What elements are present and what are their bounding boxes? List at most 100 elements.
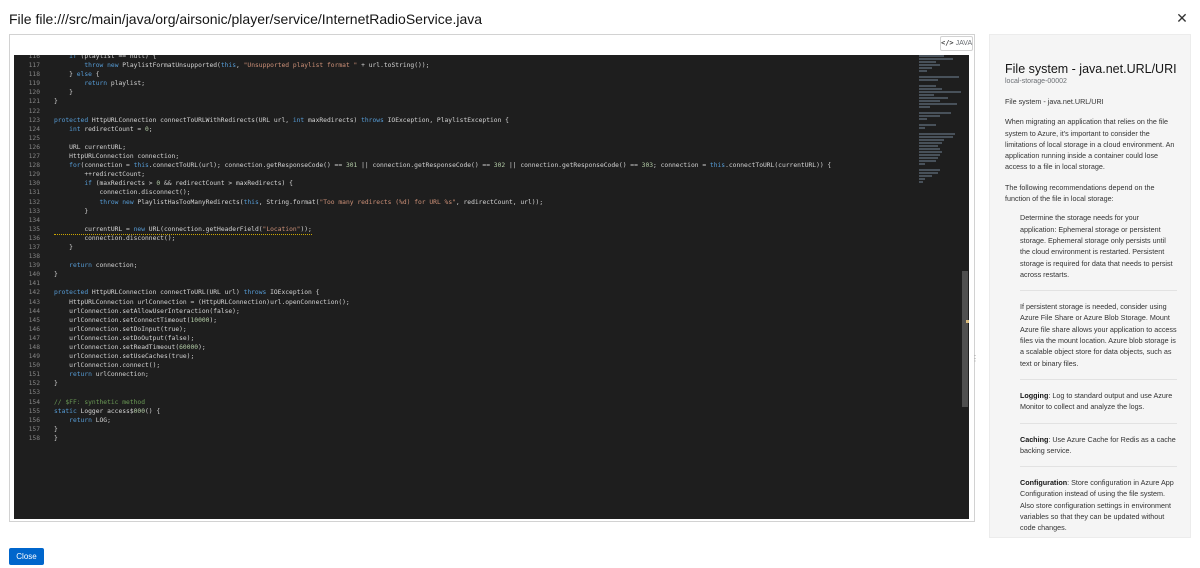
- minimap-line: [919, 115, 940, 117]
- minimap-line: [919, 88, 943, 90]
- line-number: 138: [28, 253, 40, 261]
- minimap-line: [919, 67, 932, 69]
- code-line: 135 currentURL = new URL(connection.getH…: [14, 225, 914, 235]
- code-line: 123 protected HttpURLConnection connectTo…: [14, 116, 914, 125]
- code-line: 143 HttpURLConnection urlConnection = (H…: [14, 298, 914, 307]
- line-number: 119: [28, 80, 40, 88]
- line-number: 123: [28, 116, 40, 124]
- line-number: 134: [28, 216, 40, 224]
- minimap-line: [919, 94, 934, 96]
- code-text: connection.disconnect();: [54, 234, 176, 242]
- code-line: 142 protected HttpURLConnection connectTo…: [14, 288, 914, 297]
- minimap-line: [919, 169, 940, 171]
- line-number: 130: [28, 180, 40, 188]
- code-text: urlConnection.setUseCaches(true);: [54, 353, 195, 361]
- line-number: 129: [28, 171, 40, 179]
- minimap-line: [919, 142, 943, 144]
- close-icon[interactable]: ✕: [1174, 10, 1190, 26]
- code-line: 121}: [14, 97, 914, 106]
- line-number: 151: [28, 371, 40, 379]
- code-line: 151 return urlConnection;: [14, 370, 914, 379]
- divider: [1020, 422, 1177, 424]
- code-text: for(connection = this.connectToURL(url);…: [69, 162, 832, 170]
- list-item: Caching: Use Azure Cache for Redis as a …: [1020, 434, 1176, 455]
- code-text: }: [54, 271, 58, 279]
- minimap-line: [919, 112, 951, 114]
- code-text: ++redirectCount;: [54, 171, 145, 179]
- code-text: // $FF: synthetic method: [54, 398, 145, 406]
- code-line: 117 throw new PlaylistFormatUnsupported(…: [14, 61, 914, 70]
- file-modal: File file:///src/main/java/org/airsonic/…: [0, 0, 1200, 568]
- code-line: 134: [14, 216, 914, 225]
- code-line: 149 urlConnection.setUseCaches(true);: [14, 352, 914, 361]
- code-text: protected HttpURLConnection connectToURL…: [54, 289, 320, 297]
- minimap-line: [919, 91, 961, 93]
- minimap-line: [919, 157, 938, 159]
- minimap-line: [919, 97, 949, 99]
- code-viewer[interactable]: 116 if (playlist == null) {117 throw new…: [14, 55, 969, 519]
- line-number: 127: [28, 153, 40, 161]
- modal-header: File file:///src/main/java/org/airsonic/…: [0, 0, 1200, 36]
- code-line: 120 }: [14, 88, 914, 97]
- divider: [1020, 378, 1177, 380]
- line-number: 121: [28, 98, 40, 106]
- code-text: URL currentURL;: [54, 143, 127, 151]
- line-number: 143: [28, 298, 40, 306]
- code-text: if (maxRedirects > 0 && redirectCount > …: [84, 180, 293, 188]
- code-text: }: [54, 207, 89, 215]
- line-number: 117: [28, 62, 40, 70]
- minimap-line: [919, 103, 957, 105]
- code-text: urlConnection.connect();: [54, 362, 161, 370]
- code-text: }: [54, 98, 58, 106]
- rule-details-panel: File system - java.net.URL/URI local-sto…: [989, 34, 1191, 538]
- modal-body: </> JAVA 116 if (playlist == null) {117 t…: [9, 34, 1191, 538]
- code-line: 132 throw new PlaylistHasTooManyRedirect…: [14, 198, 914, 207]
- line-number: 154: [28, 398, 40, 406]
- code-line: 138: [14, 252, 914, 261]
- rule-details-scroll[interactable]: File system - java.net.URL/URI local-sto…: [991, 36, 1191, 538]
- code-text: protected HttpURLConnection connectToURL…: [54, 116, 509, 124]
- minimap-line: [919, 181, 924, 183]
- code-text: }: [54, 425, 58, 433]
- splitter-handle[interactable]: ⋮: [971, 354, 979, 363]
- code-text: int redirectCount = 0;: [69, 125, 153, 133]
- code-text: }: [54, 243, 73, 251]
- minimap-line: [919, 55, 945, 57]
- code-line: 126 URL currentURL;: [14, 143, 914, 152]
- line-number: 140: [28, 271, 40, 279]
- divider: [1020, 466, 1177, 468]
- line-number: 125: [28, 134, 40, 142]
- minimap-line: [919, 145, 938, 147]
- code-text: throw new PlaylistHasTooManyRedirects(th…: [99, 198, 544, 206]
- code-line: 141: [14, 279, 914, 288]
- code-text: }: [54, 434, 58, 442]
- close-button[interactable]: Close: [9, 548, 44, 565]
- line-number: 147: [28, 334, 40, 342]
- minimap[interactable]: [919, 55, 961, 183]
- language-label: JAVA: [955, 40, 973, 47]
- vertical-scrollbar[interactable]: [962, 271, 968, 407]
- language-tab[interactable]: </> JAVA: [940, 36, 973, 51]
- code-text: urlConnection.setDoInput(true);: [54, 325, 187, 333]
- line-number: 120: [28, 89, 40, 97]
- line-number: 144: [28, 307, 40, 315]
- minimap-line: [919, 178, 926, 180]
- minimap-line: [919, 175, 932, 177]
- minimap-line: [919, 61, 936, 63]
- code-line: 128 for(connection = this.connectToURL(u…: [14, 161, 914, 170]
- minimap-line: [919, 106, 930, 108]
- code-line: 133 }: [14, 207, 914, 216]
- code-line: 153: [14, 388, 914, 397]
- line-number: 132: [28, 198, 40, 206]
- line-number: 158: [28, 434, 40, 442]
- code-line: 150 urlConnection.connect();: [14, 361, 914, 370]
- code-icon: </>: [941, 39, 954, 47]
- minimap-line: [919, 172, 938, 174]
- line-number: 152: [28, 380, 40, 388]
- code-text: return connection;: [69, 262, 138, 270]
- rule-id: local-storage-00002: [1005, 78, 1067, 85]
- minimap-line: [919, 100, 940, 102]
- code-line: 144 urlConnection.setAllowUserInteractio…: [14, 307, 914, 316]
- minimap-line: [919, 163, 926, 165]
- minimap-line: [919, 151, 943, 153]
